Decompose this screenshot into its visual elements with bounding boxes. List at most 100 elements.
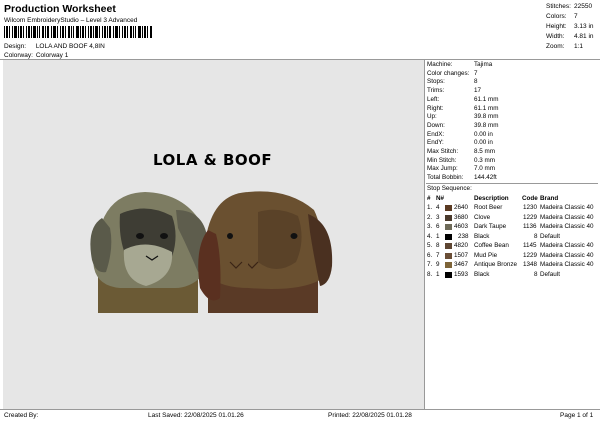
row-thread-number: 4820 (454, 242, 469, 249)
col-index: # (427, 195, 431, 202)
info-label: Stops: (427, 78, 445, 86)
color-swatch (445, 243, 452, 249)
col-code: Code (522, 195, 538, 202)
grey-bunny (90, 192, 208, 313)
row-needle: 1 (436, 232, 440, 240)
row-code: 1229 (523, 213, 538, 221)
width-label: Width: (546, 33, 565, 40)
info-label: Right: (427, 104, 444, 112)
row-code: 1229 (523, 251, 538, 259)
row-needle: 8 (436, 242, 440, 249)
row-needle: 9 (436, 261, 440, 268)
row-thread-number: 238 (458, 232, 469, 240)
stop-row: 5. 8 4820 Coffee Bean 1145 Madeira Class… (427, 242, 597, 251)
machine-info: Machine: Tajima Color changes: 7 Stops: 8 T… (427, 61, 499, 183)
col-needle: N# (436, 195, 445, 202)
info-label: EndY: (427, 139, 444, 147)
row-brand: Default (540, 270, 560, 278)
width-value: 4.81 in (574, 33, 594, 40)
row-code: 8 (534, 270, 538, 278)
stop-sequence-title: Stop Sequence: (427, 185, 472, 192)
row-needle: 4 (436, 204, 440, 211)
row-description: Mud Pie (474, 251, 498, 259)
height-label: Height: (546, 23, 567, 30)
design-value: LOLA AND BOOF 4,8IN (35, 43, 105, 50)
last-saved: Last Saved: 22/08/2025 01.01.26 (148, 412, 244, 419)
row-needle: 7 (436, 251, 440, 259)
software-subtitle: Wilcom EmbroideryStudio – Level 3 Advanc… (4, 17, 138, 24)
color-swatch (445, 252, 452, 259)
row-code: 1230 (523, 204, 538, 211)
row-brand: Madeira Classic 40 (540, 242, 594, 249)
row-code: 1348 (523, 261, 538, 268)
row-brand: Madeira Classic 40 (540, 204, 594, 211)
row-thread-number: 3467 (454, 261, 469, 268)
info-value: 39.8 mm (474, 113, 499, 121)
row-index: 2. (427, 213, 433, 221)
stop-row: 7. 9 3467 Antique Bronze 1348 Madeira Cl… (427, 261, 597, 270)
info-value: 8 (474, 78, 478, 86)
info-value: 61.1 mm (474, 95, 499, 103)
created-by: Created By: (4, 412, 39, 419)
info-value: 39.8 mm (474, 121, 499, 129)
stop-row: 3. 6 4603 Dark Taupe 1136 Madeira Classi… (427, 223, 597, 232)
row-description: Black (474, 270, 490, 278)
design-caption: LOLA & BOOF (153, 151, 273, 169)
color-swatch (445, 262, 452, 268)
info-label: Color changes: (427, 69, 470, 77)
stop-row: 6. 7 1507 Mud Pie 1229 Madeira Classic 4… (427, 252, 597, 261)
colorway-row: Colorway: Colorway 1 (4, 52, 68, 59)
brown-bunny-rest (248, 191, 333, 313)
row-thread-number: 1593 (454, 270, 469, 278)
page-number: Page 1 of 1 (560, 412, 594, 419)
info-label: Down: (427, 121, 445, 129)
col-brand: Brand (540, 195, 559, 202)
row-index: 4. (427, 232, 433, 240)
worksheet-title: Production Worksheet (4, 3, 116, 15)
printed-date: Printed: 22/08/2025 01.01.28 (328, 412, 412, 419)
design-label: Design: (4, 43, 27, 50)
info-value: 7 (474, 69, 478, 77)
height-value: 3.13 in (574, 23, 594, 30)
row-code: 1145 (523, 242, 537, 249)
stitches-value: 22550 (574, 3, 593, 10)
info-value: Tajima (474, 61, 493, 68)
info-label: Trims: (427, 87, 445, 95)
row-index: 7. (427, 261, 433, 268)
info-value: 8.5 mm (474, 148, 495, 156)
row-description: Black (474, 232, 490, 240)
zoom-label: Zoom: (546, 43, 565, 50)
row-index: 1. (427, 204, 433, 211)
design-name-row: Design: LOLA AND BOOF 4,8IN (4, 43, 105, 50)
col-description: Description (474, 195, 509, 202)
info-label: Left: (427, 95, 440, 103)
color-swatch (445, 205, 452, 211)
row-needle: 1 (436, 270, 440, 278)
row-code: 8 (534, 232, 538, 240)
row-index: 3. (427, 223, 433, 230)
barcode (4, 26, 152, 38)
row-thread-number: 2640 (454, 204, 469, 211)
colors-value: 7 (574, 13, 578, 20)
color-swatch (445, 224, 452, 230)
row-needle: 3 (436, 213, 440, 221)
row-description: Root Beer (474, 204, 503, 211)
row-thread-number: 1507 (454, 251, 469, 259)
row-description: Clove (474, 213, 491, 221)
colorway-label: Colorway: (4, 52, 33, 59)
colorway-value: Colorway 1 (35, 52, 69, 59)
row-description: Coffee Bean (474, 242, 509, 249)
info-value: 0.00 in (474, 139, 493, 147)
row-needle: 6 (436, 223, 440, 230)
colors-label: Colors: (546, 13, 567, 20)
stop-row: 8. 1 1593 Black 8 Default (427, 271, 597, 280)
info-divider (426, 183, 598, 184)
stop-sequence-header: # N# Description Code Brand (427, 195, 597, 204)
row-brand: Default (540, 232, 560, 240)
row-index: 5. (427, 242, 433, 249)
summary-stats: Stitches: 22550 Colors: 7 Height: 3.13 in W… (546, 2, 594, 52)
info-value: 0.00 in (474, 130, 493, 138)
brown-bunny (198, 192, 250, 313)
bunny-artwork (90, 192, 250, 313)
row-code: 1136 (523, 223, 537, 230)
